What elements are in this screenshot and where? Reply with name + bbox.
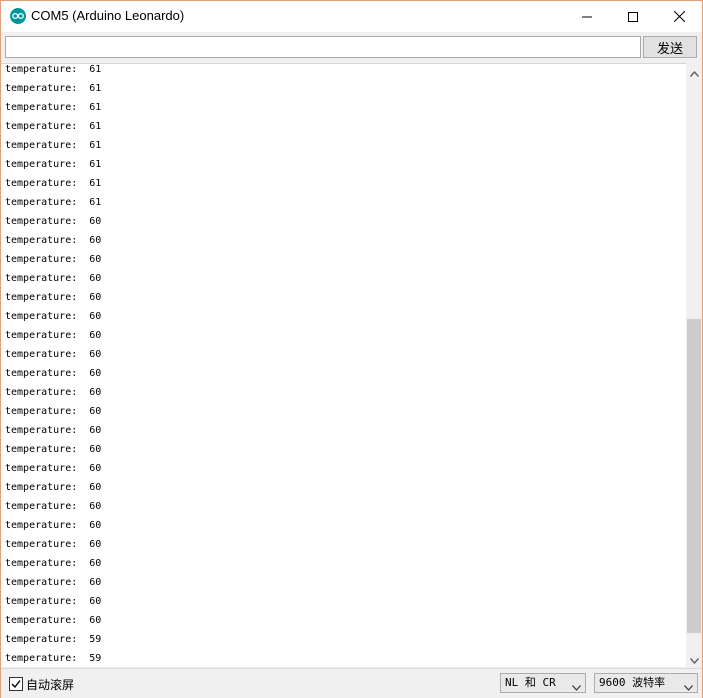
- output-line: temperature: 60: [5, 520, 102, 531]
- output-line: temperature: 60: [5, 273, 102, 284]
- arduino-logo-icon: [10, 8, 26, 24]
- window-title: COM5 (Arduino Leonardo): [31, 8, 185, 23]
- status-bar: 自动滚屏 NL 和 CR 9600 波特率: [1, 668, 702, 698]
- output-line: temperature: 61: [5, 178, 102, 189]
- output-line: temperature: 60: [5, 482, 102, 493]
- output-line: temperature: 60: [5, 615, 102, 626]
- maximize-button[interactable]: [610, 1, 656, 32]
- output-line: temperature: 60: [5, 501, 102, 512]
- line-ending-value: NL 和 CR: [505, 676, 556, 689]
- output-line: temperature: 61: [5, 102, 102, 113]
- output-line: temperature: 60: [5, 330, 102, 341]
- send-input[interactable]: [5, 36, 641, 58]
- output-line: temperature: 60: [5, 539, 102, 550]
- output-line: temperature: 61: [5, 159, 102, 170]
- output-line: temperature: 61: [5, 140, 102, 151]
- send-toolbar: 发送: [1, 32, 702, 62]
- output-line: temperature: 60: [5, 444, 102, 455]
- line-ending-select[interactable]: NL 和 CR: [500, 673, 586, 693]
- output-line: temperature: 60: [5, 577, 102, 588]
- send-button[interactable]: 发送: [643, 36, 697, 58]
- output-line: temperature: 60: [5, 254, 102, 265]
- output-line: temperature: 60: [5, 349, 102, 360]
- title-bar[interactable]: COM5 (Arduino Leonardo): [1, 1, 702, 32]
- scroll-up-button[interactable]: [686, 63, 702, 80]
- output-line: temperature: 61: [5, 121, 102, 132]
- output-line: temperature: 59: [5, 634, 102, 645]
- autoscroll-label: 自动滚屏: [26, 678, 75, 692]
- minimize-icon: [582, 12, 592, 22]
- output-line: temperature: 59: [5, 653, 102, 664]
- minimize-button[interactable]: [564, 1, 610, 32]
- output-line: temperature: 60: [5, 406, 102, 417]
- scrollbar-thumb[interactable]: [687, 319, 701, 633]
- autoscroll-checkbox[interactable]: [9, 677, 23, 691]
- chevron-down-icon: [684, 679, 693, 697]
- scroll-down-button[interactable]: [686, 650, 702, 667]
- output-line: temperature: 60: [5, 311, 102, 322]
- chevron-down-icon: [572, 679, 581, 697]
- output-line: temperature: 60: [5, 387, 102, 398]
- scroll-up-icon: [689, 62, 699, 81]
- output-line: temperature: 60: [5, 596, 102, 607]
- close-button[interactable]: [656, 1, 702, 32]
- maximize-icon: [628, 11, 638, 22]
- baud-rate-select[interactable]: 9600 波特率: [594, 673, 698, 693]
- output-line: temperature: 60: [5, 425, 102, 436]
- output-line: temperature: 60: [5, 235, 102, 246]
- output-line: temperature: 60: [5, 558, 102, 569]
- scroll-down-icon: [689, 649, 699, 668]
- output-line: temperature: 60: [5, 292, 102, 303]
- vertical-scrollbar[interactable]: [686, 63, 702, 667]
- output-line: temperature: 61: [5, 64, 102, 75]
- output-line: temperature: 60: [5, 463, 102, 474]
- serial-output-area[interactable]: temperature: 61 temperature: 61 temperatur…: [1, 63, 686, 667]
- output-line: temperature: 60: [5, 216, 102, 227]
- output-line: temperature: 61: [5, 197, 102, 208]
- output-line: temperature: 60: [5, 368, 102, 379]
- serial-monitor-window: COM5 (Arduino Leonardo) 发送 temperature: …: [0, 0, 703, 698]
- baud-rate-value: 9600 波特率: [599, 676, 666, 689]
- close-icon: [673, 11, 685, 22]
- output-line: temperature: 61: [5, 83, 102, 94]
